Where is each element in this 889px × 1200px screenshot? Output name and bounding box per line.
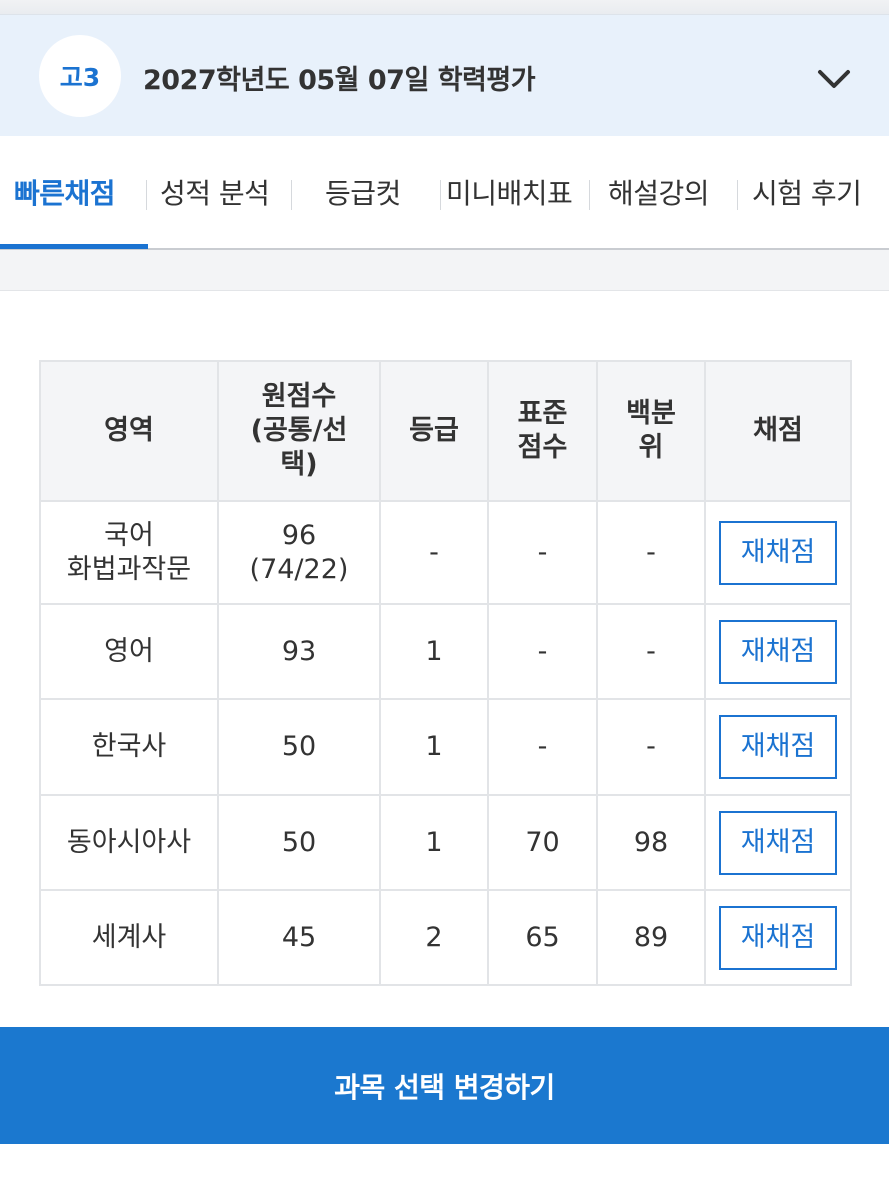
action-cell: 재채점 bbox=[704, 500, 852, 605]
tab-divider bbox=[440, 180, 441, 210]
section-divider bbox=[0, 250, 889, 291]
rescore-button[interactable]: 재채점 bbox=[719, 619, 837, 684]
grade-badge: 고3 bbox=[39, 35, 121, 117]
percentile-cell: 89 bbox=[596, 889, 706, 986]
grade-cell: 1 bbox=[379, 698, 489, 796]
standard-score-cell: 65 bbox=[487, 889, 598, 986]
subject-cell: 영어 bbox=[39, 603, 219, 700]
header-subject: 영역 bbox=[39, 360, 219, 502]
table-header-row: 영역 원점수 (공통/선 택) 등급 표준 점수 백분 위 채점 bbox=[39, 360, 852, 502]
score-table: 영역 원점수 (공통/선 택) 등급 표준 점수 백분 위 채점 국어 화법과작… bbox=[39, 360, 852, 986]
tab-quick-score[interactable]: 빠른채점 bbox=[14, 172, 116, 212]
raw-score-cell: 93 bbox=[217, 603, 381, 700]
table-row: 영어 93 1 - - 재채점 bbox=[39, 603, 852, 700]
header-percentile: 백분 위 bbox=[596, 360, 706, 502]
change-subject-selection-button[interactable]: 과목 선택 변경하기 bbox=[0, 1027, 889, 1144]
grade-cell: 1 bbox=[379, 794, 489, 891]
raw-score-cell: 50 bbox=[217, 794, 381, 891]
subject-cell: 동아시아사 bbox=[39, 794, 219, 891]
action-cell: 재채점 bbox=[704, 889, 852, 986]
action-cell: 재채점 bbox=[704, 794, 852, 891]
tab-grade-cut[interactable]: 등급컷 bbox=[325, 172, 401, 212]
tab-score-analysis[interactable]: 성적 분석 bbox=[160, 172, 270, 212]
tab-exam-review[interactable]: 시험 후기 bbox=[752, 172, 862, 212]
exam-header[interactable]: 고3 2027학년도 05월 07일 학력평가 bbox=[0, 14, 889, 136]
grade-cell: 1 bbox=[379, 603, 489, 700]
tab-mini-placement[interactable]: 미니배치표 bbox=[446, 172, 573, 212]
standard-score-cell: - bbox=[487, 603, 598, 700]
tab-divider bbox=[146, 180, 147, 210]
header-raw-score: 원점수 (공통/선 택) bbox=[217, 360, 381, 502]
percentile-cell: - bbox=[596, 698, 706, 796]
header-scoring: 채점 bbox=[704, 360, 852, 502]
tab-divider bbox=[291, 180, 292, 210]
active-tab-indicator bbox=[0, 244, 148, 249]
standard-score-cell: - bbox=[487, 500, 598, 605]
subject-cell: 한국사 bbox=[39, 698, 219, 796]
raw-score-cell: 96 (74/22) bbox=[217, 500, 381, 605]
rescore-button[interactable]: 재채점 bbox=[719, 520, 837, 585]
grade-cell: 2 bbox=[379, 889, 489, 986]
raw-score-cell: 45 bbox=[217, 889, 381, 986]
table-row: 한국사 50 1 - - 재채점 bbox=[39, 698, 852, 796]
tab-explanation-lecture[interactable]: 해설강의 bbox=[608, 172, 710, 212]
table-row: 동아시아사 50 1 70 98 재채점 bbox=[39, 794, 852, 891]
subject-cell: 세계사 bbox=[39, 889, 219, 986]
raw-score-cell: 50 bbox=[217, 698, 381, 796]
header-standard-score: 표준 점수 bbox=[487, 360, 598, 502]
grade-cell: - bbox=[379, 500, 489, 605]
tab-divider bbox=[737, 180, 738, 210]
percentile-cell: - bbox=[596, 500, 706, 605]
action-cell: 재채점 bbox=[704, 603, 852, 700]
header-grade: 등급 bbox=[379, 360, 489, 502]
rescore-button[interactable]: 재채점 bbox=[719, 905, 837, 970]
table-row: 국어 화법과작문 96 (74/22) - - - 재채점 bbox=[39, 500, 852, 605]
action-cell: 재채점 bbox=[704, 698, 852, 796]
standard-score-cell: 70 bbox=[487, 794, 598, 891]
rescore-button[interactable]: 재채점 bbox=[719, 810, 837, 875]
tab-bar: 빠른채점 성적 분석 등급컷 미니배치표 해설강의 시험 후기 bbox=[0, 136, 889, 250]
table-row: 세계사 45 2 65 89 재채점 bbox=[39, 889, 852, 986]
rescore-button[interactable]: 재채점 bbox=[719, 715, 837, 779]
percentile-cell: - bbox=[596, 603, 706, 700]
standard-score-cell: - bbox=[487, 698, 598, 796]
subject-cell: 국어 화법과작문 bbox=[39, 500, 219, 605]
percentile-cell: 98 bbox=[596, 794, 706, 891]
chevron-down-icon[interactable] bbox=[816, 67, 852, 91]
tab-divider bbox=[589, 180, 590, 210]
exam-title: 2027학년도 05월 07일 학력평가 bbox=[143, 65, 536, 96]
status-bar-shadow bbox=[0, 0, 889, 14]
